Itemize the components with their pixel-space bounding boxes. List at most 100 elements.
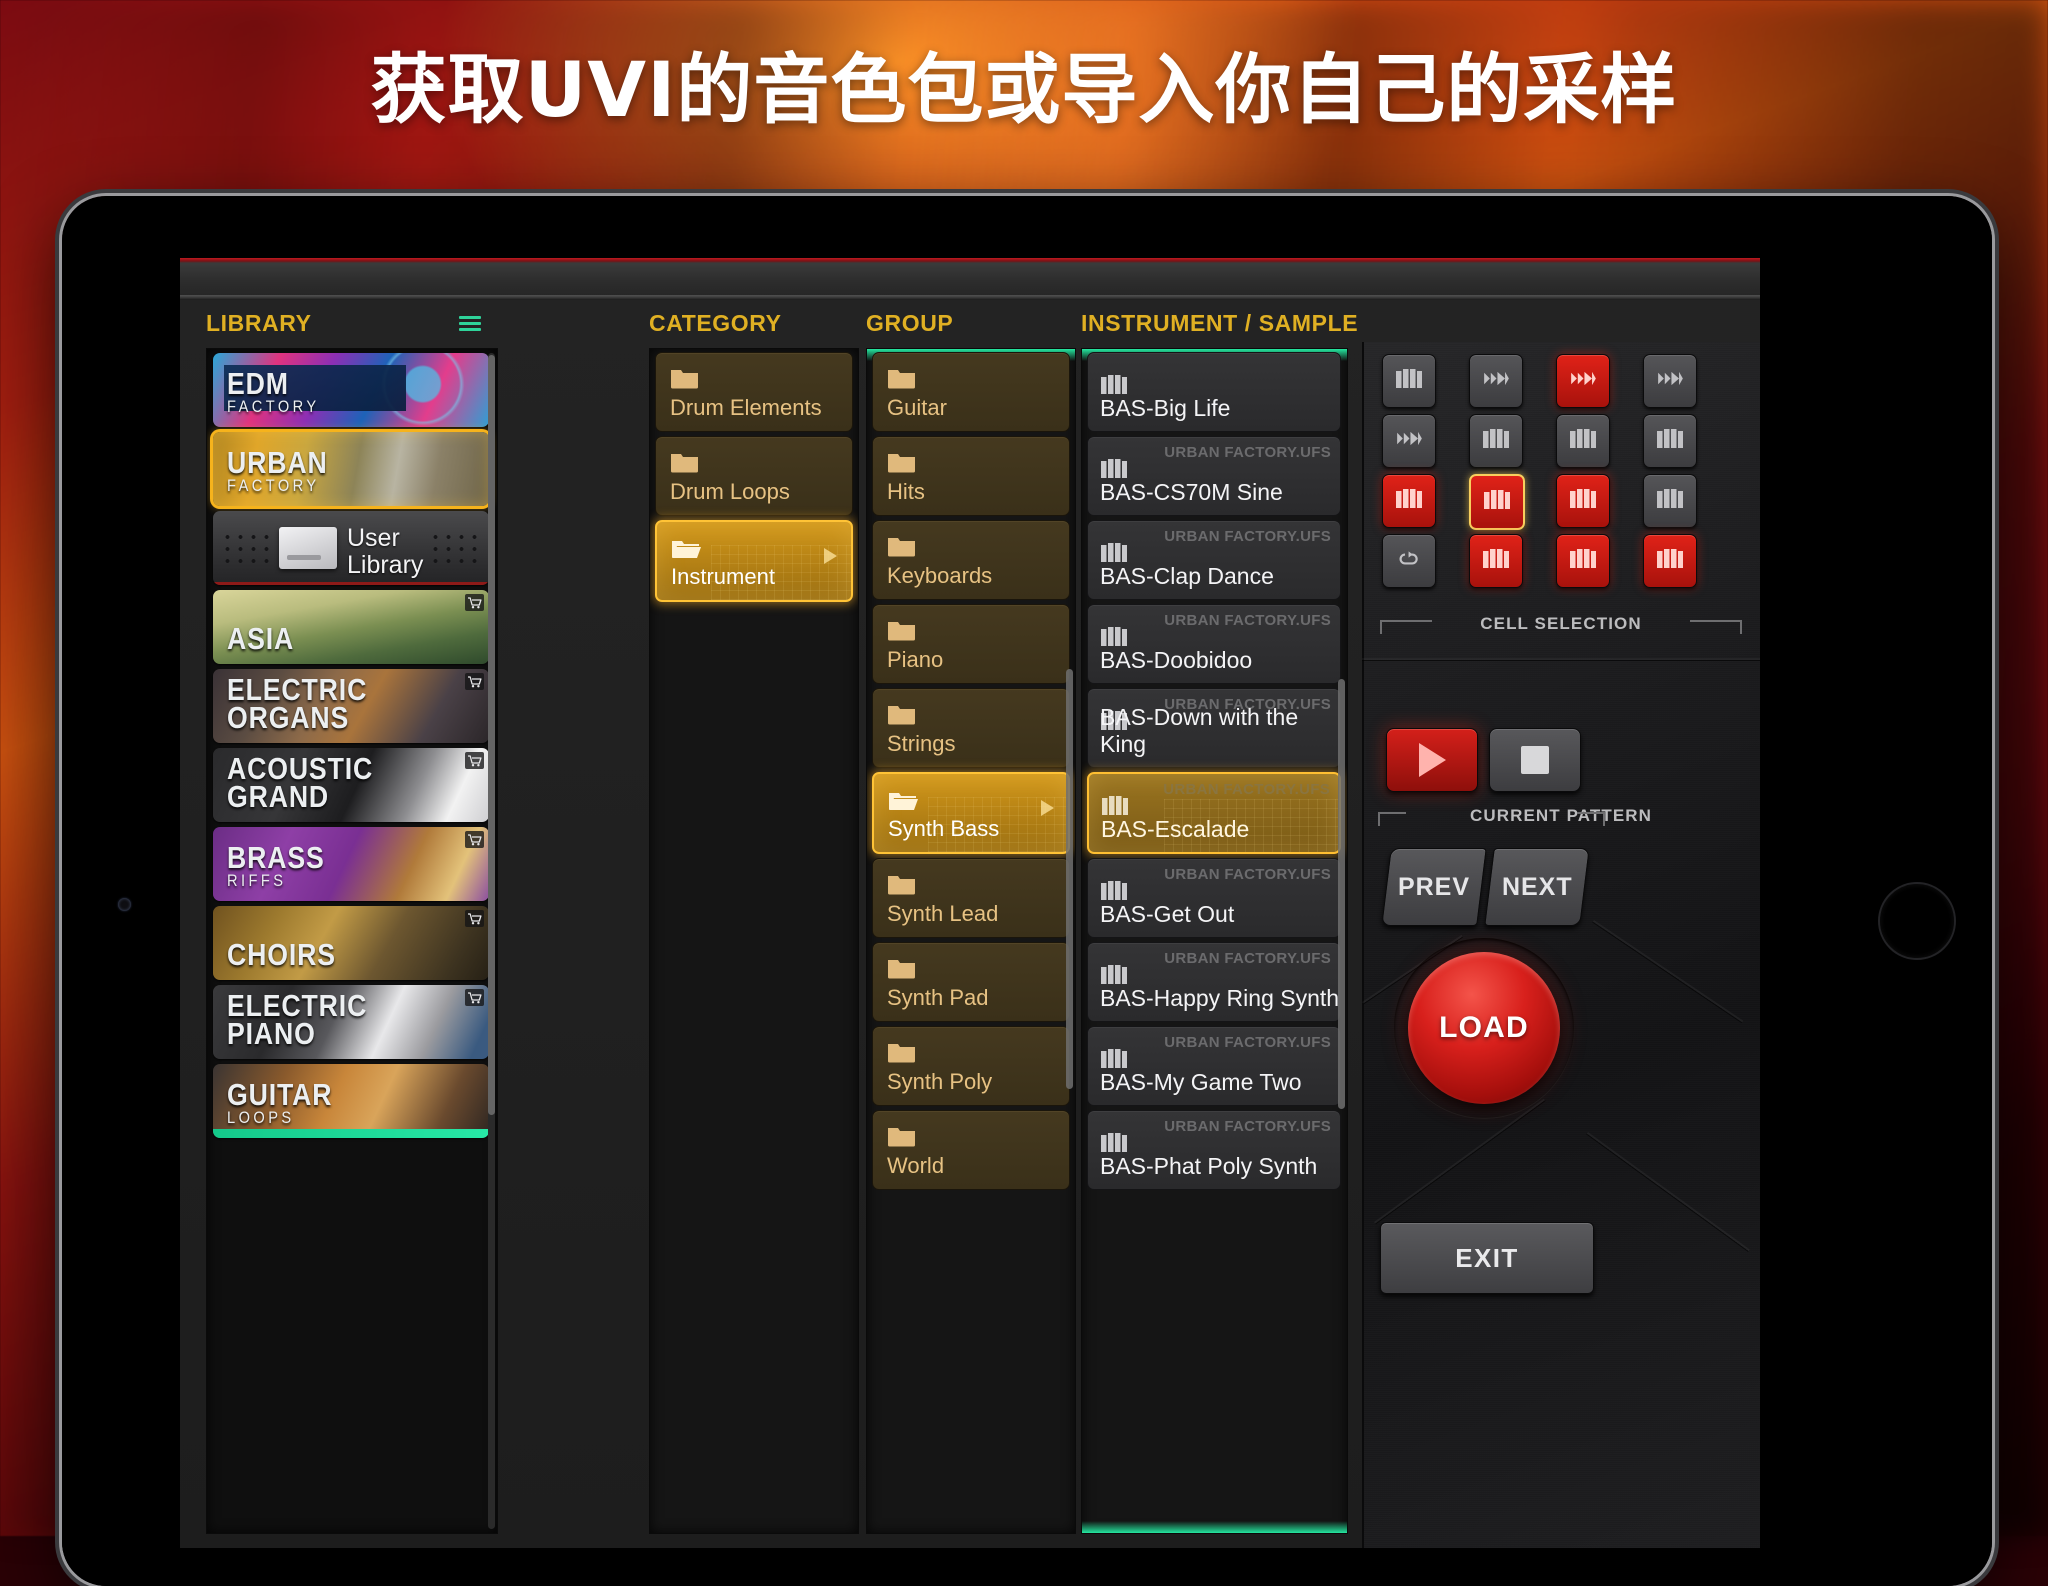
category-item[interactable]: Drum Elements: [655, 352, 853, 432]
cell-button-9[interactable]: [1382, 474, 1436, 528]
instrument-item[interactable]: URBAN FACTORY.UFS BAS-Doobidoo: [1087, 604, 1341, 684]
library-list[interactable]: EDM FACTORY URBAN FACTORY User Library ASIA ELE…: [206, 348, 498, 1534]
group-item-label: Synth Pad: [887, 985, 989, 1010]
current-pattern-bracket-right: [1577, 812, 1605, 826]
group-item[interactable]: Guitar: [872, 352, 1070, 432]
exit-button[interactable]: EXIT: [1380, 1222, 1594, 1294]
home-button[interactable]: [1878, 882, 1956, 960]
instrument-item[interactable]: URBAN FACTORY.UFS BAS-Clap Dance: [1087, 520, 1341, 600]
cell-button-14[interactable]: [1469, 534, 1523, 588]
cell-selection-bracket-right: [1690, 620, 1742, 634]
front-camera-icon: [118, 898, 131, 911]
library-item[interactable]: CHOIRS: [213, 906, 489, 980]
category-item[interactable]: Drum Loops: [655, 436, 853, 516]
group-item[interactable]: Keyboards: [872, 520, 1070, 600]
hamburger-icon[interactable]: [459, 316, 481, 332]
library-item[interactable]: ELECTRIC PIANO: [213, 985, 489, 1059]
category-list[interactable]: Drum Elements Drum Loops Instrument: [649, 348, 859, 1534]
cell-button-1[interactable]: [1382, 354, 1436, 408]
group-item[interactable]: Synth Lead: [872, 858, 1070, 938]
instrument-item[interactable]: URBAN FACTORY.UFS BAS-Get Out: [1087, 858, 1341, 938]
instrument-item-label: BAS-Clap Dance: [1100, 563, 1274, 589]
cell-button-12[interactable]: [1643, 474, 1697, 528]
instrument-item[interactable]: URBAN FACTORY.UFS BAS-Happy Ring Synth: [1087, 942, 1341, 1022]
keys-icon: [1657, 429, 1683, 453]
library-item-label: EDM FACTORY: [227, 365, 320, 417]
folder-icon: [670, 451, 700, 474]
library-scrollbar-thumb[interactable]: [488, 355, 495, 1115]
cell-button-8[interactable]: [1643, 414, 1697, 468]
load-button[interactable]: LOAD: [1408, 952, 1560, 1104]
library-item-sublabel: FACTORY: [227, 397, 320, 417]
cart-icon[interactable]: [465, 594, 484, 611]
next-button[interactable]: NEXT: [1484, 848, 1590, 926]
library-item[interactable]: URBAN FACTORY: [213, 432, 489, 506]
cart-icon[interactable]: [465, 831, 484, 848]
instrument-item-label: BAS-Doobidoo: [1100, 647, 1253, 673]
instrument-source-label: URBAN FACTORY.UFS: [1164, 866, 1331, 883]
instrument-list[interactable]: BAS-Big Life URBAN FACTORY.UFS BAS-CS70M S…: [1081, 348, 1348, 1534]
tablet-device: LIBRARY CATEGORY GROUP INSTRUMENT / SAMP…: [62, 196, 1992, 1586]
cell-button-5[interactable]: [1382, 414, 1436, 468]
group-item[interactable]: Piano: [872, 604, 1070, 684]
library-item[interactable]: ACOUSTIC GRAND: [213, 748, 489, 822]
cell-button-11[interactable]: [1556, 474, 1610, 528]
cell-button-4[interactable]: [1643, 354, 1697, 408]
category-item[interactable]: Instrument: [655, 520, 853, 602]
instrument-item[interactable]: URBAN FACTORY.UFS BAS-Escalade: [1087, 772, 1341, 854]
library-item[interactable]: EDM FACTORY: [213, 353, 489, 427]
library-item[interactable]: ELECTRIC ORGANS: [213, 669, 489, 743]
stop-icon: [1521, 746, 1549, 774]
library-item[interactable]: BRASS RIFFS: [213, 827, 489, 901]
headline-text: 获取UVI的音色包或导入你自己的采样: [370, 45, 1678, 134]
current-pattern-label: CURRENT PATTERN: [1469, 806, 1653, 825]
instrument-item[interactable]: URBAN FACTORY.UFS BAS-My Game Two: [1087, 1026, 1341, 1106]
group-item[interactable]: Synth Pad: [872, 942, 1070, 1022]
cell-button-3[interactable]: [1556, 354, 1610, 408]
instrument-item[interactable]: URBAN FACTORY.UFS BAS-CS70M Sine: [1087, 436, 1341, 516]
library-item-label: ELECTRIC ORGANS: [227, 672, 368, 735]
library-item[interactable]: User Library: [213, 511, 489, 585]
library-item[interactable]: GUITAR LOOPS: [213, 1064, 489, 1138]
cell-button-6[interactable]: [1469, 414, 1523, 468]
load-button-housing: LOAD: [1394, 938, 1574, 1118]
group-scrollbar-thumb[interactable]: [1066, 669, 1073, 1089]
group-item[interactable]: Strings: [872, 688, 1070, 768]
instrument-item-label: BAS-CS70M Sine: [1100, 479, 1283, 505]
folder-icon: [887, 1125, 917, 1148]
instrument-scrollbar-thumb[interactable]: [1338, 679, 1345, 1109]
cell-button-7[interactable]: [1556, 414, 1610, 468]
cart-icon[interactable]: [465, 752, 484, 769]
group-item[interactable]: World: [872, 1110, 1070, 1190]
library-item-label: GUITAR LOOPS: [227, 1076, 333, 1128]
group-item[interactable]: Synth Bass: [872, 772, 1070, 854]
prev-button[interactable]: PREV: [1381, 848, 1487, 926]
cart-icon[interactable]: [465, 673, 484, 690]
panel-groove: [1586, 1132, 1750, 1252]
group-item[interactable]: Synth Poly: [872, 1026, 1070, 1106]
cell-button-16[interactable]: [1643, 534, 1697, 588]
instrument-item[interactable]: URBAN FACTORY.UFS BAS-Phat Poly Synth: [1087, 1110, 1341, 1190]
cell-button-2[interactable]: [1469, 354, 1523, 408]
library-item[interactable]: ASIA: [213, 590, 489, 664]
cart-icon[interactable]: [465, 910, 484, 927]
keys-icon: [1570, 429, 1596, 453]
stop-button[interactable]: [1489, 728, 1581, 792]
instrument-item[interactable]: URBAN FACTORY.UFS BAS-Down with the King: [1087, 688, 1341, 768]
group-item[interactable]: Hits: [872, 436, 1070, 516]
instrument-bottom-glow: [1082, 1521, 1347, 1533]
library-column-header: LIBRARY: [206, 310, 312, 336]
cell-button-13[interactable]: [1382, 534, 1436, 588]
cell-button-15[interactable]: [1556, 534, 1610, 588]
instrument-source-label: URBAN FACTORY.UFS: [1164, 612, 1331, 629]
library-item-label: CHOIRS: [227, 936, 336, 972]
keys-icon: [1396, 489, 1422, 513]
wave-icon: [1483, 369, 1510, 393]
group-list[interactable]: Guitar Hits Keyboards Piano Strings Synth Bas…: [866, 348, 1076, 1534]
cart-icon[interactable]: [465, 989, 484, 1006]
play-button[interactable]: [1386, 728, 1478, 792]
cell-button-10[interactable]: [1469, 474, 1525, 530]
instrument-item-label: BAS-My Game Two: [1100, 1069, 1302, 1095]
folder-icon: [671, 536, 701, 559]
instrument-item[interactable]: BAS-Big Life: [1087, 352, 1341, 432]
